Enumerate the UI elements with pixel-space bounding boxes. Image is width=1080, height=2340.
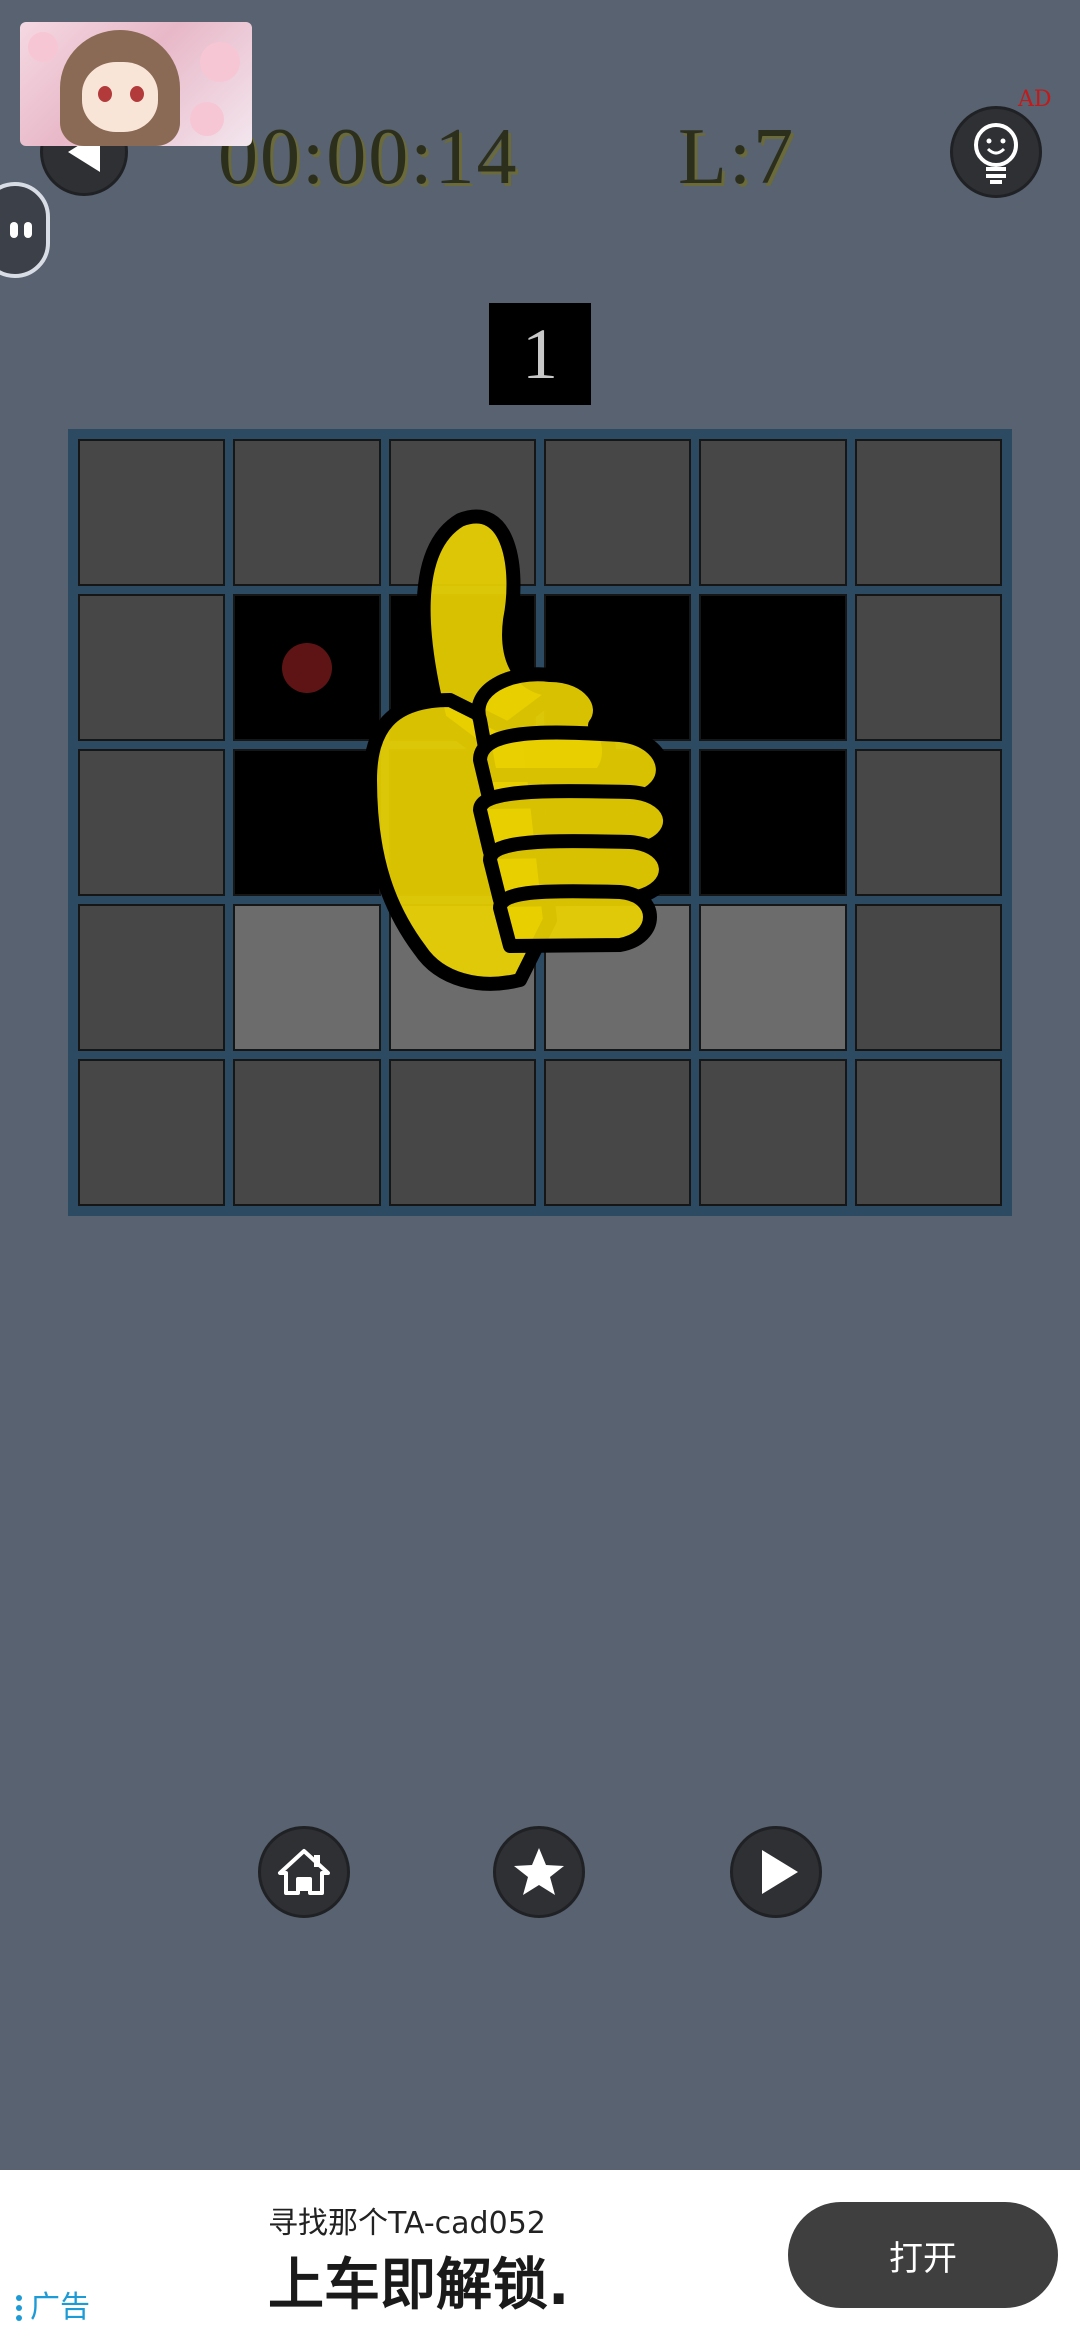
bubble-eye-icon [24, 222, 32, 238]
ad-image-face [82, 62, 158, 132]
star-icon [514, 1848, 564, 1895]
move-counter: 1 [489, 303, 591, 405]
play-icon [762, 1850, 798, 1894]
board-cell-wall [854, 439, 1002, 586]
board-cell-wall [233, 1059, 381, 1206]
ad-label-text: 广告 [30, 2290, 90, 2325]
ad-image-petal [28, 32, 58, 62]
player-dot [281, 642, 332, 693]
ad-title: 上车即解锁. [268, 2253, 570, 2318]
board-cell-wall [543, 1059, 692, 1206]
board-cell-wall [854, 904, 1002, 1051]
floating-assistant-bubble[interactable] [0, 182, 50, 278]
star-button[interactable] [493, 1826, 585, 1918]
ad-image-eye [130, 86, 144, 102]
board-cell-wall [699, 1059, 847, 1206]
ad-image-petal [200, 42, 240, 82]
board-cell-wall [78, 749, 226, 896]
ad-image-petal [190, 102, 224, 136]
ad-open-button[interactable]: 打开 [788, 2202, 1058, 2308]
board-cell-wall [388, 1059, 536, 1206]
more-dots-icon[interactable] [16, 2295, 22, 2321]
board-cell-wall [78, 439, 226, 586]
board-cell-wall [78, 1059, 226, 1206]
home-icon [278, 1849, 330, 1895]
ad-image[interactable] [20, 22, 252, 146]
ad-label[interactable]: 广告 [16, 2290, 90, 2326]
ad-subtitle: 寻找那个TA-cad052 [268, 2206, 546, 2241]
hint-button[interactable] [950, 106, 1042, 198]
board-cell-wall [854, 749, 1002, 896]
home-button[interactable] [258, 1826, 350, 1918]
play-button[interactable] [730, 1826, 822, 1918]
ad-image-eye [98, 86, 112, 102]
lightbulb-icon [974, 123, 1018, 184]
board-cell-wall [78, 594, 226, 741]
board-cell-wall [854, 1059, 1002, 1206]
board-cell-wall [854, 594, 1002, 741]
level-indicator: L:7 [678, 113, 796, 201]
bubble-eye-icon [10, 222, 18, 238]
timer: 00:00:14 [218, 113, 519, 201]
thumbs-up-icon [363, 509, 678, 991]
board-cell-wall [78, 904, 226, 1051]
ad-tag: AD [1018, 87, 1052, 112]
